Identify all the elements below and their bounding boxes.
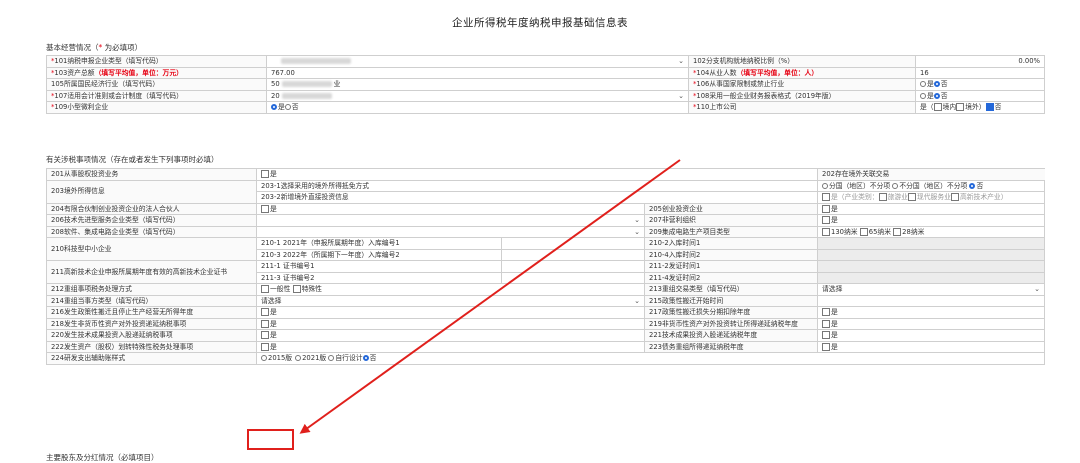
field-label-109: *109小型微利企业 <box>46 101 267 114</box>
register-no-2-input[interactable] <box>501 248 645 261</box>
partner-checkbox[interactable]: 是 <box>256 202 645 215</box>
table-row: *109小型微利企业 是否 *110上市公司 是（ 境内 境外）否 <box>46 101 1045 114</box>
relocation-start-input[interactable] <box>817 294 1045 307</box>
register-time-1-input[interactable] <box>817 237 1045 250</box>
cert-time-1-input[interactable] <box>817 260 1045 273</box>
small-micro-radio[interactable]: 是否 <box>266 101 689 114</box>
table-row: 212重组事项税务处理方式 一般性 特殊性 213重组交易类型（填写代码） 请选… <box>46 283 1045 296</box>
foreign-investment-options[interactable]: 是（产业类别： 旅游业 现代服务业 高新技术产业） <box>817 191 1045 204</box>
radio-2015[interactable] <box>261 355 267 361</box>
field-label-104: *104从业人数（填写平均值，单位：人） <box>688 66 916 79</box>
table-row: 208软件、集成电路企业类型（填写代码） ⌄ 209集成电路生产项目类型 130… <box>46 225 1045 238</box>
tax-matters-table: 201从事股权投资业务 是 202存在境外关联交易 203境外所得信息 203-… <box>46 168 1045 365</box>
table-row: 220发生技术成果投资入股递延纳税事项 是 221技术成果投资入股递延纳税年度 … <box>46 329 1045 342</box>
table-row: 203境外所得信息 203-1选择采用的境外所得抵免方式 分国（地区）不分项 不… <box>46 179 1045 204</box>
highlight-box <box>247 429 294 450</box>
table-row: 224研发支出辅助账样式 2015版 2021版 自行设计否 <box>46 352 1045 365</box>
table-row: 211高新技术企业申报所属期年度有效的高新技术企业证书 211-1 证书编号1 … <box>46 260 1045 284</box>
listed-company-options[interactable]: 是（ 境内 境外）否 <box>915 101 1045 114</box>
software-type-select[interactable]: ⌄ <box>256 225 645 238</box>
table-row: 216发生政策性搬迁且停止生产经营无所得年度 是 217政策性搬迁损失分期扣除年… <box>46 306 1045 319</box>
advanced-service-select[interactable]: ⌄ <box>256 214 645 227</box>
table-row: 204有限合伙制创业投资企业的法人合伙人 是 205创业投资企业 是 <box>46 202 1045 215</box>
nonprofit-checkbox[interactable]: 是 <box>817 214 1045 227</box>
industry-code-input[interactable]: 50 业 <box>266 78 689 91</box>
field-label-103: *103资产总额（填写平均值，单位：万元） <box>46 66 267 79</box>
cert-no-2-input[interactable] <box>501 271 645 284</box>
radio-icon[interactable] <box>920 81 926 87</box>
cert-no-1-input[interactable] <box>501 260 645 273</box>
field-label-105: 105所属国民经济行业（填写代码） <box>46 78 267 91</box>
reorg-type-select[interactable]: 请选择 ⌄ <box>817 283 1045 296</box>
field-label-108: *108采用一般企业财务报表格式（2019年版） <box>688 89 916 102</box>
table-row: 218发生非货币性资产对外投资递延纳税事项 是 219非货币性资产对外投资转让所… <box>46 317 1045 330</box>
field-label-106: *106从事国家限制或禁止行业 <box>688 78 916 91</box>
radio-selected-icon[interactable] <box>933 81 940 87</box>
total-assets-input[interactable]: 767.00 <box>266 66 689 79</box>
basic-info-table: *101纳税申报企业类型（填写代码） ⌄ 102分支机构就地纳税比例（%） 0.… <box>46 55 1045 114</box>
enterprise-type-select[interactable]: ⌄ <box>266 55 689 68</box>
reorg-method-checkboxes[interactable]: 一般性 特殊性 <box>256 283 645 296</box>
table-row: *101纳税申报企业类型（填写代码） ⌄ 102分支机构就地纳税比例（%） 0.… <box>46 55 1045 68</box>
register-time-2-input[interactable] <box>817 248 1045 261</box>
branch-ratio-input[interactable]: 0.00% <box>915 55 1045 68</box>
cert-time-2-input[interactable] <box>817 271 1045 284</box>
ic-node-checkboxes[interactable]: 130纳米 65纳米 28纳米 <box>817 225 1045 238</box>
chevron-down-icon: ⌄ <box>678 57 684 65</box>
table-row: *107适用会计准则或会计制度（填写代码） 20 ⌄ *108采用一般企业财务报表… <box>46 89 1045 102</box>
checkbox-checked-icon[interactable] <box>985 103 994 111</box>
accounting-standard-select[interactable]: 20 ⌄ <box>266 89 689 102</box>
field-label-107: *107适用会计准则或会计制度（填写代码） <box>46 89 267 102</box>
table-row: 201从事股权投资业务 是 202存在境外关联交易 <box>46 168 1045 181</box>
register-no-1-input[interactable] <box>501 237 645 250</box>
page-title: 企业所得税年度纳税申报基础信息表 <box>452 17 628 29</box>
employee-count-input[interactable]: 16 <box>915 66 1045 79</box>
report-format-radio[interactable]: 是否 <box>915 89 1045 102</box>
reorg-party-select[interactable]: 请选择 ⌄ <box>256 294 645 307</box>
section-matters-title: 有关涉税事项情况（存在或者发生下列事项时必填） <box>46 155 219 164</box>
foreign-credit-radio[interactable]: 分国（地区）不分项 不分国（地区）不分项 否 <box>817 179 1045 192</box>
chevron-down-icon: ⌄ <box>678 91 684 100</box>
section-basic-title: 基本经营情况（* 为必填项） <box>46 43 143 52</box>
table-row: 210科技型中小企业 210-1 2021年（申报所属期年度）入库编号1 210… <box>46 237 1045 261</box>
equity-investment-checkbox[interactable]: 是 <box>256 168 818 181</box>
table-row: 214重组当事方类型（填写代码） 请选择 ⌄ 215政策性搬迁开始时间 <box>46 294 1045 307</box>
field-label-101: *101纳税申报企业类型（填写代码） <box>46 55 267 68</box>
restricted-industry-radio[interactable]: 是否 <box>915 78 1045 91</box>
table-row: 222发生资产（股权）划转特殊性税务处理事项 是 223债务重组所得递延纳税年度… <box>46 340 1045 353</box>
venture-checkbox[interactable]: 是 <box>817 202 1045 215</box>
rd-ledger-radio[interactable]: 2015版 2021版 自行设计否 <box>256 352 1045 365</box>
table-row: *103资产总额（填写平均值，单位：万元） 767.00 *104从业人数（填写… <box>46 66 1045 79</box>
field-label-102: 102分支机构就地纳税比例（%） <box>688 55 916 68</box>
field-label-110: *110上市公司 <box>688 101 916 114</box>
table-row: 105所属国民经济行业（填写代码） 50 业 *106从事国家限制或禁止行业 是否 <box>46 78 1045 91</box>
table-row: 206技术先进型服务企业类型（填写代码） ⌄ 207非营利组织 是 <box>46 214 1045 227</box>
